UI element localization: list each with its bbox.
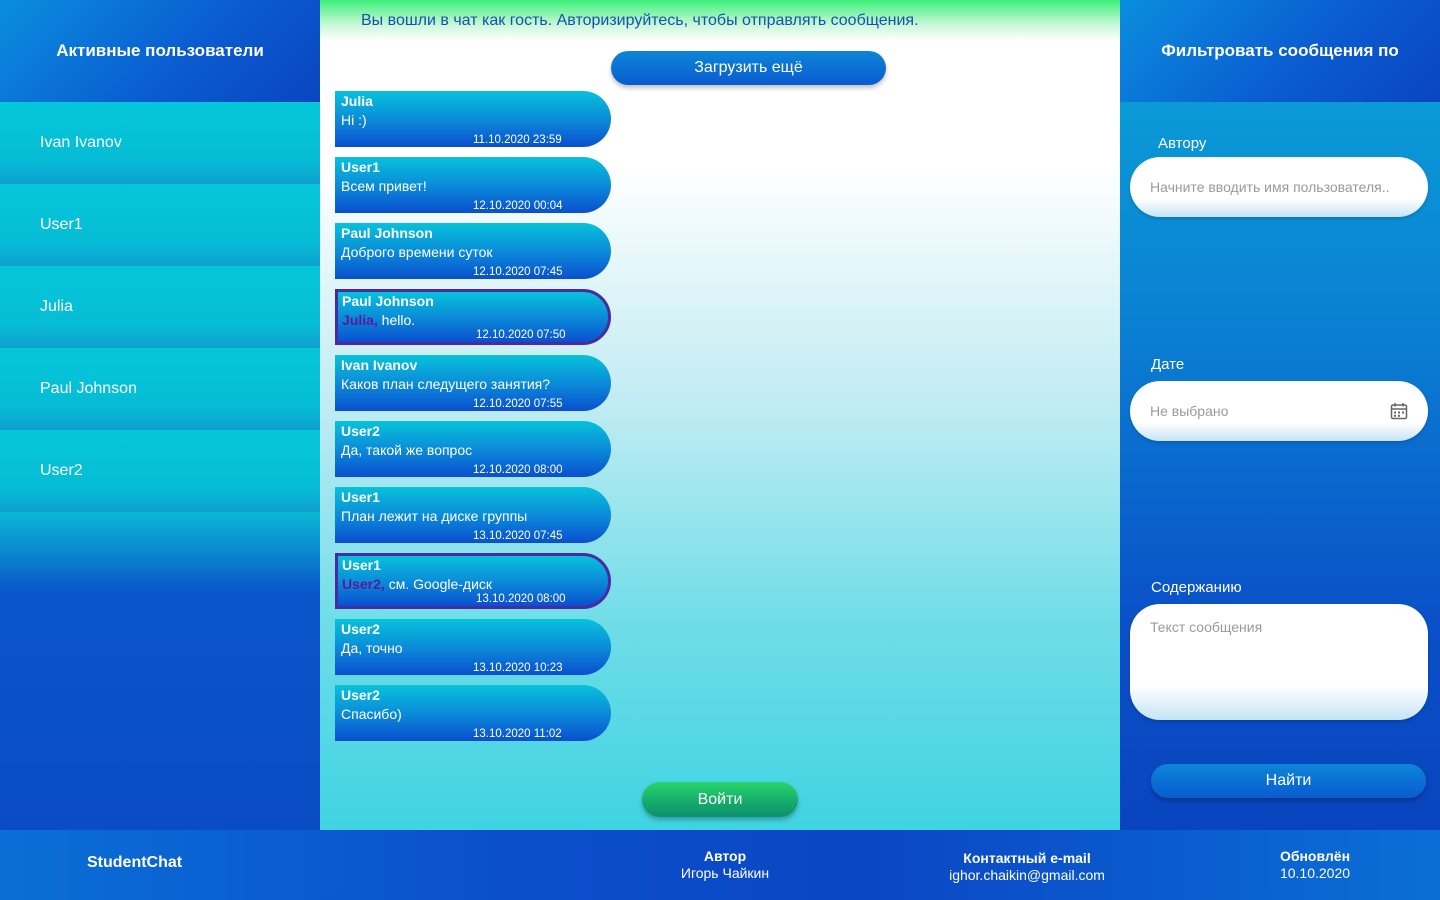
message-author: Paul Johnson [342,293,434,309]
message-author: User1 [341,159,380,175]
user-item[interactable]: Paul Johnson [0,348,320,430]
footer-author-value: Игорь Чайкин [680,865,770,881]
user-item[interactable]: User2 [0,430,320,512]
message-mention: User2, [342,576,385,592]
message-author: User2 [341,687,380,703]
message-time: 12.10.2020 07:50 [476,329,566,341]
message-author: User1 [342,557,381,573]
message-body: Доброго времени суток [341,244,493,260]
message-body: Спасибо) [341,706,402,722]
message-text: Спасибо) [341,704,605,724]
footer-author: Автор Игорь Чайкин [645,848,805,882]
message-mentioned[interactable]: Paul Johnson Julia, hello. 12.10.2020 07… [335,289,611,345]
user-item[interactable]: Julia [0,266,320,348]
filter-date-label: Дате [1151,356,1185,373]
footer-author-title: Автор [703,848,747,864]
find-button[interactable]: Найти [1151,764,1426,798]
calendar-icon[interactable] [1390,402,1408,420]
active-users-title: Активные пользователи [0,0,320,102]
load-more-button[interactable]: Загрузить ещё [611,51,886,85]
message-time: 13.10.2020 08:00 [476,593,566,605]
message-time: 12.10.2020 07:55 [473,398,563,410]
filter-sidebar: Фильтровать сообщения по Автору Начните … [1120,0,1440,830]
message-time: 12.10.2020 08:00 [473,464,563,476]
message-text: Да, точно [341,638,605,658]
message-text: Да, такой же вопрос [341,440,605,460]
footer-updated: Обновлён 10.10.2020 [1255,848,1375,882]
message-mention: Julia, [342,312,378,328]
content-filter-textarea[interactable]: Текст сообщения [1130,604,1428,720]
message-author: User1 [341,489,380,505]
user-item[interactable]: Ivan Ivanov [0,102,320,184]
footer-email-value[interactable]: ighor.chaikin@gmail.com [917,867,1137,884]
footer: StudentChat Автор Игорь Чайкин Контактны… [0,830,1440,900]
message-body: План лежит на диске группы [341,508,528,524]
date-filter-input[interactable]: Не выбрано [1130,381,1428,441]
message-body: Каков план следущего занятия? [341,376,551,392]
message-time: 13.10.2020 11:02 [473,728,562,740]
message-body: см. Google-диск [384,576,493,592]
active-users-sidebar: Активные пользователи Ivan Ivanov User1 … [0,0,320,830]
message-author: User2 [341,621,380,637]
message[interactable]: User2 Спасибо) 13.10.2020 11:02 [335,685,611,741]
message-text: Всем привет! [341,176,605,196]
message-body: hello. [377,312,416,328]
footer-updated-value: 10.10.2020 [1279,865,1351,881]
message-author: Paul Johnson [341,225,433,241]
message[interactable]: Ivan Ivanov Каков план следущего занятия… [335,355,611,411]
filter-title: Фильтровать сообщения по [1120,0,1440,102]
message-author: Ivan Ivanov [341,357,418,373]
message-body: Всем привет! [341,178,427,194]
login-button[interactable]: Войти [642,782,798,817]
content-filter-placeholder: Текст сообщения [1150,619,1263,635]
message-time: 11.10.2020 23:59 [473,134,562,146]
message-author: Julia [341,93,373,109]
message-text: План лежит на диске группы [341,506,605,526]
footer-brand: StudentChat [87,854,183,871]
message-text: User2, см. Google-диск [342,574,604,594]
message[interactable]: User1 Всем привет! 12.10.2020 00:04 [335,157,611,213]
message-text: Julia, hello. [342,310,604,330]
user-item[interactable]: User1 [0,184,320,266]
message[interactable]: User1 План лежит на диске группы 13.10.2… [335,487,611,543]
message-body: Да, такой же вопрос [341,442,473,458]
footer-updated-title: Обновлён [1279,848,1351,864]
author-filter-placeholder: Начните вводить имя пользователя.. [1150,179,1390,195]
message[interactable]: User2 Да, такой же вопрос 12.10.2020 08:… [335,421,611,477]
message-mentioned[interactable]: User1 User2, см. Google-диск 13.10.2020 … [335,553,611,609]
message-list: Julia Hi :) 11.10.2020 23:59 User1 Всем … [335,91,611,751]
author-filter-input[interactable]: Начните вводить имя пользователя.. [1130,157,1428,217]
sidebar-fade [0,512,320,592]
footer-email-title: Контактный e-mail [963,850,1091,866]
message[interactable]: Paul Johnson Доброго времени суток 12.10… [335,223,611,279]
filter-author-label: Автору [1158,135,1207,152]
message-text: Доброго времени суток [341,242,605,262]
message[interactable]: Julia Hi :) 11.10.2020 23:59 [335,91,611,147]
chat-area: Вы вошли в чат как гость. Авторизируйтес… [320,0,1120,830]
filter-content-label: Содержанию [1151,579,1242,596]
message[interactable]: User2 Да, точно 13.10.2020 10:23 [335,619,611,675]
message-text: Каков план следущего занятия? [341,374,605,394]
message-time: 13.10.2020 07:45 [473,530,563,542]
guest-notice: Вы вошли в чат как гость. Авторизируйтес… [320,0,1120,41]
footer-email: Контактный e-mail ighor.chaikin@gmail.co… [917,850,1137,884]
date-filter-value: Не выбрано [1150,403,1229,419]
message-body: Да, точно [341,640,403,656]
message-body: Hi :) [341,112,367,128]
message-time: 12.10.2020 07:45 [473,266,563,278]
message-time: 12.10.2020 00:04 [473,200,563,212]
message-time: 13.10.2020 10:23 [473,662,563,674]
message-text: Hi :) [341,110,605,130]
message-author: User2 [341,423,380,439]
